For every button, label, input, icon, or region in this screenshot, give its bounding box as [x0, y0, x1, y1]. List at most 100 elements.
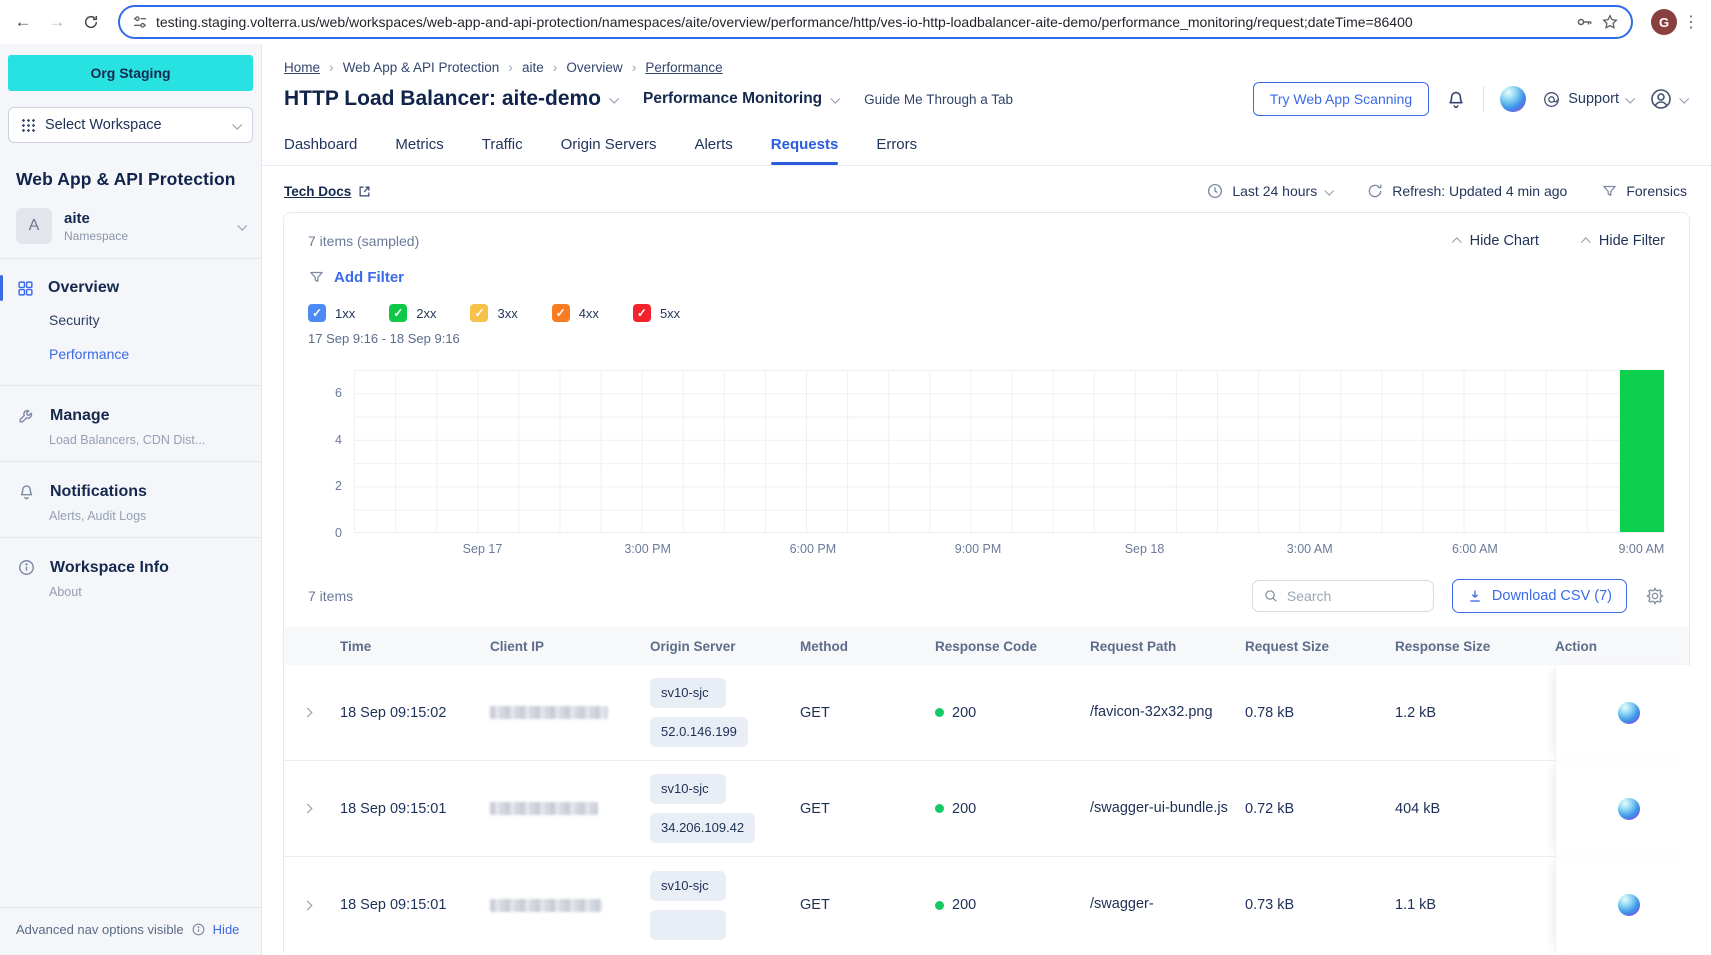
tab-dashboard[interactable]: Dashboard: [284, 136, 357, 165]
reload-icon[interactable]: [76, 7, 106, 37]
sidebar-item-security[interactable]: Security: [0, 303, 261, 337]
table-row[interactable]: 18 Sep 09:15:01 sv10-sjc GET 200 /: [284, 857, 1689, 953]
breadcrumb-overview[interactable]: Overview: [566, 60, 622, 75]
filter-5xx[interactable]: 5xx: [633, 304, 680, 322]
breadcrumb-waap[interactable]: Web App & API Protection: [343, 60, 500, 75]
chart-plot-area[interactable]: [354, 370, 1665, 533]
breadcrumb-home[interactable]: Home: [284, 60, 320, 75]
filter-4xx[interactable]: 4xx: [552, 304, 599, 322]
status-filter-row: 1xx 2xx 3xx 4xx: [308, 304, 1665, 322]
passkey-icon[interactable]: [1575, 13, 1593, 31]
tab-alerts[interactable]: Alerts: [694, 136, 732, 165]
column-header-response-size[interactable]: Response Size: [1395, 639, 1545, 654]
cell-method: GET: [800, 857, 935, 953]
breadcrumb-performance[interactable]: Performance: [645, 60, 722, 75]
sidebar-item-label: Overview: [48, 279, 119, 297]
browser-profile-avatar[interactable]: G: [1651, 9, 1677, 35]
column-header-time[interactable]: Time: [340, 639, 490, 654]
back-icon[interactable]: ←: [8, 7, 38, 37]
monitoring-view-selector[interactable]: Performance Monitoring: [643, 90, 838, 108]
filter-label: 2xx: [416, 306, 436, 321]
origin-ip-chip[interactable]: 52.0.146.199: [650, 717, 748, 747]
origin-server-chip[interactable]: sv10-sjc: [650, 678, 726, 708]
account-sphere-icon[interactable]: [1500, 86, 1526, 112]
filter-2xx[interactable]: 2xx: [389, 304, 436, 322]
filter-label: 1xx: [335, 306, 355, 321]
sidebar-item-overview[interactable]: Overview: [0, 273, 261, 303]
chart-bar-2xx[interactable]: [1620, 370, 1664, 532]
table-search[interactable]: [1252, 580, 1434, 612]
search-input[interactable]: [1287, 588, 1423, 604]
column-header-client-ip[interactable]: Client IP: [490, 639, 650, 654]
sidebar-item-manage[interactable]: Manage: [0, 400, 261, 431]
guide-me-link[interactable]: Guide Me Through a Tab: [864, 92, 1013, 107]
sidebar-footer: Advanced nav options visible Hide: [0, 907, 261, 955]
download-csv-button[interactable]: Download CSV (7): [1452, 579, 1627, 613]
tab-origin-servers[interactable]: Origin Servers: [561, 136, 657, 165]
column-header-method[interactable]: Method: [800, 639, 935, 654]
column-header-response-code[interactable]: Response Code: [935, 639, 1090, 654]
site-settings-icon[interactable]: [132, 14, 148, 30]
row-expand-chevron-icon[interactable]: [284, 857, 340, 953]
tab-traffic[interactable]: Traffic: [482, 136, 523, 165]
tab-metrics[interactable]: Metrics: [395, 136, 443, 165]
url-text[interactable]: testing.staging.volterra.us/web/workspac…: [156, 14, 1567, 30]
filter-3xx[interactable]: 3xx: [470, 304, 517, 322]
checkbox-checked-icon[interactable]: [389, 304, 407, 322]
checkbox-checked-icon[interactable]: [470, 304, 488, 322]
bookmark-star-icon[interactable]: [1601, 13, 1619, 31]
redacted-client-ip: [490, 802, 598, 815]
action-sphere-icon[interactable]: [1618, 894, 1640, 916]
column-header-request-size[interactable]: Request Size: [1245, 639, 1395, 654]
origin-server-chip[interactable]: sv10-sjc: [650, 871, 726, 901]
browser-menu-icon[interactable]: ⋮: [1681, 12, 1701, 32]
refresh-control[interactable]: Refresh: Updated 4 min ago: [1366, 182, 1567, 200]
hide-chart-label: Hide Chart: [1470, 233, 1539, 249]
breadcrumb-namespace[interactable]: aite: [522, 60, 544, 75]
cell-client-ip: [490, 761, 650, 857]
row-expand-chevron-icon[interactable]: [284, 665, 340, 761]
requests-bar-chart: 6 4 2 0: [308, 370, 1665, 533]
action-sphere-icon[interactable]: [1618, 798, 1640, 820]
column-header-request-path[interactable]: Request Path: [1090, 639, 1245, 654]
workspace-selector[interactable]: Select Workspace: [8, 107, 253, 143]
org-staging-button[interactable]: Org Staging: [8, 55, 253, 91]
action-sphere-icon[interactable]: [1618, 702, 1640, 724]
notifications-bell-icon[interactable]: [1445, 88, 1467, 110]
x-tick: Sep 18: [1125, 542, 1165, 556]
checkbox-checked-icon[interactable]: [552, 304, 570, 322]
add-filter-button[interactable]: Add Filter: [308, 269, 1665, 286]
filter-1xx[interactable]: 1xx: [308, 304, 355, 322]
try-web-app-scanning-button[interactable]: Try Web App Scanning: [1253, 82, 1429, 116]
origin-ip-chip[interactable]: [650, 910, 726, 940]
checkbox-checked-icon[interactable]: [633, 304, 651, 322]
url-bar[interactable]: testing.staging.volterra.us/web/workspac…: [118, 5, 1633, 39]
sidebar-item-performance[interactable]: Performance: [0, 337, 261, 371]
forward-icon[interactable]: →: [42, 7, 72, 37]
user-menu[interactable]: [1649, 87, 1687, 111]
time-range-selector[interactable]: Last 24 hours: [1206, 182, 1332, 200]
column-header-origin-server[interactable]: Origin Server: [650, 639, 800, 654]
time-range-label: Last 24 hours: [1232, 183, 1317, 199]
hide-filter-label: Hide Filter: [1599, 233, 1665, 249]
sidebar-item-notifications[interactable]: Notifications: [0, 476, 261, 507]
namespace-selector[interactable]: A aite Namespace: [8, 208, 253, 244]
hide-filter-toggle[interactable]: Hide Filter: [1583, 233, 1665, 249]
table-row[interactable]: 18 Sep 09:15:02 sv10-sjc 52.0.146.199 GE…: [284, 665, 1689, 761]
origin-server-chip[interactable]: sv10-sjc: [650, 774, 726, 804]
tab-requests[interactable]: Requests: [771, 136, 839, 165]
origin-ip-chip[interactable]: 34.206.109.42: [650, 813, 755, 843]
checkbox-checked-icon[interactable]: [308, 304, 326, 322]
table-settings-gear-icon[interactable]: [1645, 586, 1665, 606]
support-menu[interactable]: Support: [1542, 90, 1633, 109]
tab-errors[interactable]: Errors: [876, 136, 917, 165]
sidebar-item-workspace-info[interactable]: Workspace Info: [0, 552, 261, 583]
hide-advanced-nav-link[interactable]: Hide: [213, 922, 240, 937]
tech-docs-link[interactable]: Tech Docs: [284, 184, 372, 199]
forensics-control[interactable]: Forensics: [1601, 183, 1687, 200]
cell-action: [1555, 857, 1702, 953]
table-row[interactable]: 18 Sep 09:15:01 sv10-sjc 34.206.109.42 G…: [284, 761, 1689, 857]
page-title-dropdown[interactable]: HTTP Load Balancer: aite-demo: [284, 87, 617, 111]
row-expand-chevron-icon[interactable]: [284, 761, 340, 857]
hide-chart-toggle[interactable]: Hide Chart: [1454, 233, 1539, 249]
